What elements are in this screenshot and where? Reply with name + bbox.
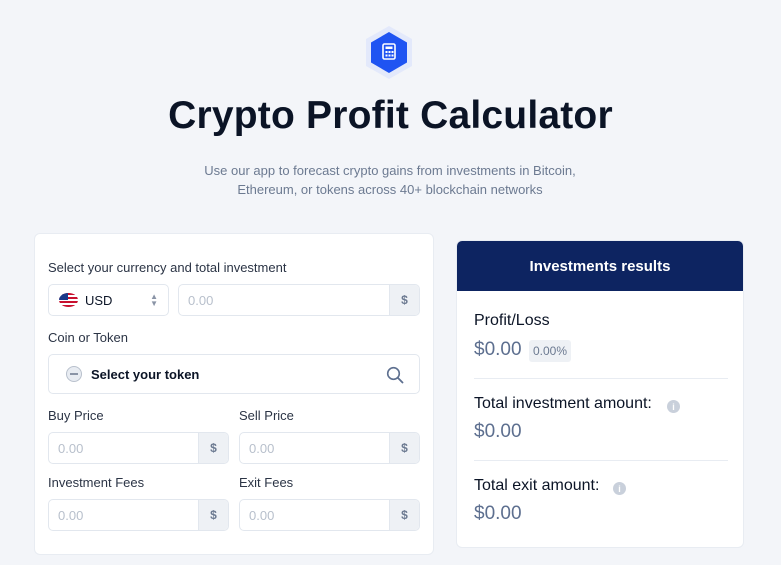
coin-label: Coin or Token	[48, 330, 128, 345]
currency-symbol: $	[198, 500, 228, 530]
info-icon[interactable]: i	[613, 482, 626, 495]
currency-symbol: $	[389, 500, 419, 530]
divider	[474, 460, 728, 461]
sell-price-label: Sell Price	[239, 408, 294, 423]
token-placeholder-icon	[66, 366, 82, 382]
total-investment-value: $0.00	[474, 421, 522, 442]
investment-fees-input[interactable]: 0.00 $	[48, 499, 229, 531]
exit-fees-input[interactable]: 0.00 $	[239, 499, 420, 531]
subtitle-line: Ethereum, or tokens across 40+ blockchai…	[237, 182, 543, 197]
select-arrows-icon: ▲ ▼	[150, 292, 158, 308]
page-title: Crypto Profit Calculator	[168, 94, 613, 137]
investment-fees-placeholder: 0.00	[58, 507, 84, 523]
investment-input[interactable]: 0.00 $	[178, 284, 420, 316]
token-select[interactable]: Select your token	[48, 354, 420, 394]
total-exit-label: Total exit amount:	[474, 477, 600, 494]
investment-fees-label: Investment Fees	[48, 475, 145, 490]
currency-symbol: $	[389, 285, 419, 315]
exit-fees-placeholder: 0.00	[249, 507, 275, 523]
buy-price-input[interactable]: 0.00 $	[48, 432, 229, 464]
results-card: Investments results Profit/Loss $0.00 0.…	[456, 240, 744, 548]
page-subtitle: Use our app to forecast crypto gains fro…	[190, 161, 590, 199]
currency-symbol: $	[198, 433, 228, 463]
profit-percent-badge: 0.00%	[529, 340, 572, 362]
us-flag-icon	[59, 293, 78, 307]
search-icon[interactable]	[386, 366, 404, 384]
sell-price-placeholder: 0.00	[249, 440, 275, 456]
calculator-icon	[363, 25, 415, 80]
currency-label: Select your currency and total investmen…	[48, 260, 287, 275]
buy-price-placeholder: 0.00	[58, 440, 84, 456]
calculator-form: Select your currency and total investmen…	[34, 233, 434, 555]
buy-price-label: Buy Price	[48, 408, 104, 423]
subtitle-line: Use our app to forecast crypto gains fro…	[204, 163, 576, 178]
profit-label: Profit/Loss	[474, 312, 550, 329]
investment-placeholder: 0.00	[188, 292, 214, 308]
sell-price-input[interactable]: 0.00 $	[239, 432, 420, 464]
total-investment-label: Total investment amount:	[474, 395, 652, 412]
exit-fees-label: Exit Fees	[239, 475, 294, 490]
profit-value: $0.00	[474, 339, 522, 360]
divider	[474, 378, 728, 379]
info-icon[interactable]: i	[667, 400, 680, 413]
currency-select[interactable]: USD ▲ ▼	[48, 284, 169, 316]
currency-symbol: $	[389, 433, 419, 463]
total-exit-value: $0.00	[474, 503, 522, 524]
results-header: Investments results	[457, 241, 743, 291]
token-placeholder: Select your token	[91, 366, 200, 382]
currency-value: USD	[85, 292, 113, 308]
